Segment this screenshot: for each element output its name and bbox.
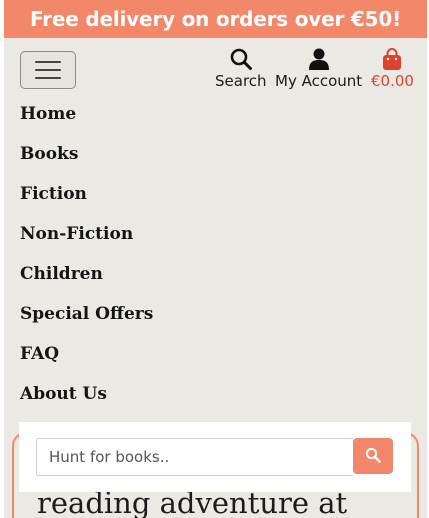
search-link-label: Search (215, 72, 267, 90)
search-icon (229, 46, 253, 72)
page: Free delivery on orders over €50! Search (4, 0, 427, 518)
nav-item-non-fiction[interactable]: Non-Fiction (20, 220, 427, 260)
shopping-bag-link[interactable]: €0.00 (371, 46, 414, 90)
hamburger-icon-bar (35, 77, 61, 79)
nav-item-books[interactable]: Books (20, 140, 427, 180)
nav-item-fiction[interactable]: Fiction (20, 180, 427, 220)
bag-total: €0.00 (371, 72, 414, 90)
nav-item-home[interactable]: Home (20, 100, 427, 140)
nav-item-faq[interactable]: FAQ (20, 340, 427, 380)
search-icon (365, 447, 381, 466)
my-account-link[interactable]: My Account (275, 46, 362, 90)
site-header: Search My Account €0.00 (4, 38, 427, 100)
search-input[interactable] (36, 438, 353, 476)
nav-item-children[interactable]: Children (20, 260, 427, 300)
user-icon (308, 46, 330, 72)
shopping-bag-icon (381, 46, 403, 72)
hamburger-icon-bar (35, 61, 61, 63)
menu-toggle-button[interactable] (20, 51, 76, 89)
nav-item-special-offers[interactable]: Special Offers (20, 300, 427, 340)
promo-banner: Free delivery on orders over €50! (4, 0, 427, 38)
my-account-label: My Account (275, 72, 363, 90)
search-link[interactable]: Search (215, 46, 267, 90)
promo-text: Free delivery on orders over €50! (30, 7, 401, 31)
hamburger-icon-bar (35, 69, 61, 71)
search-panel (19, 422, 411, 492)
nav-item-about-us[interactable]: About Us (20, 380, 427, 420)
search-submit-button[interactable] (353, 438, 393, 474)
main-navigation: Home Books Fiction Non-Fiction Children … (4, 100, 427, 420)
